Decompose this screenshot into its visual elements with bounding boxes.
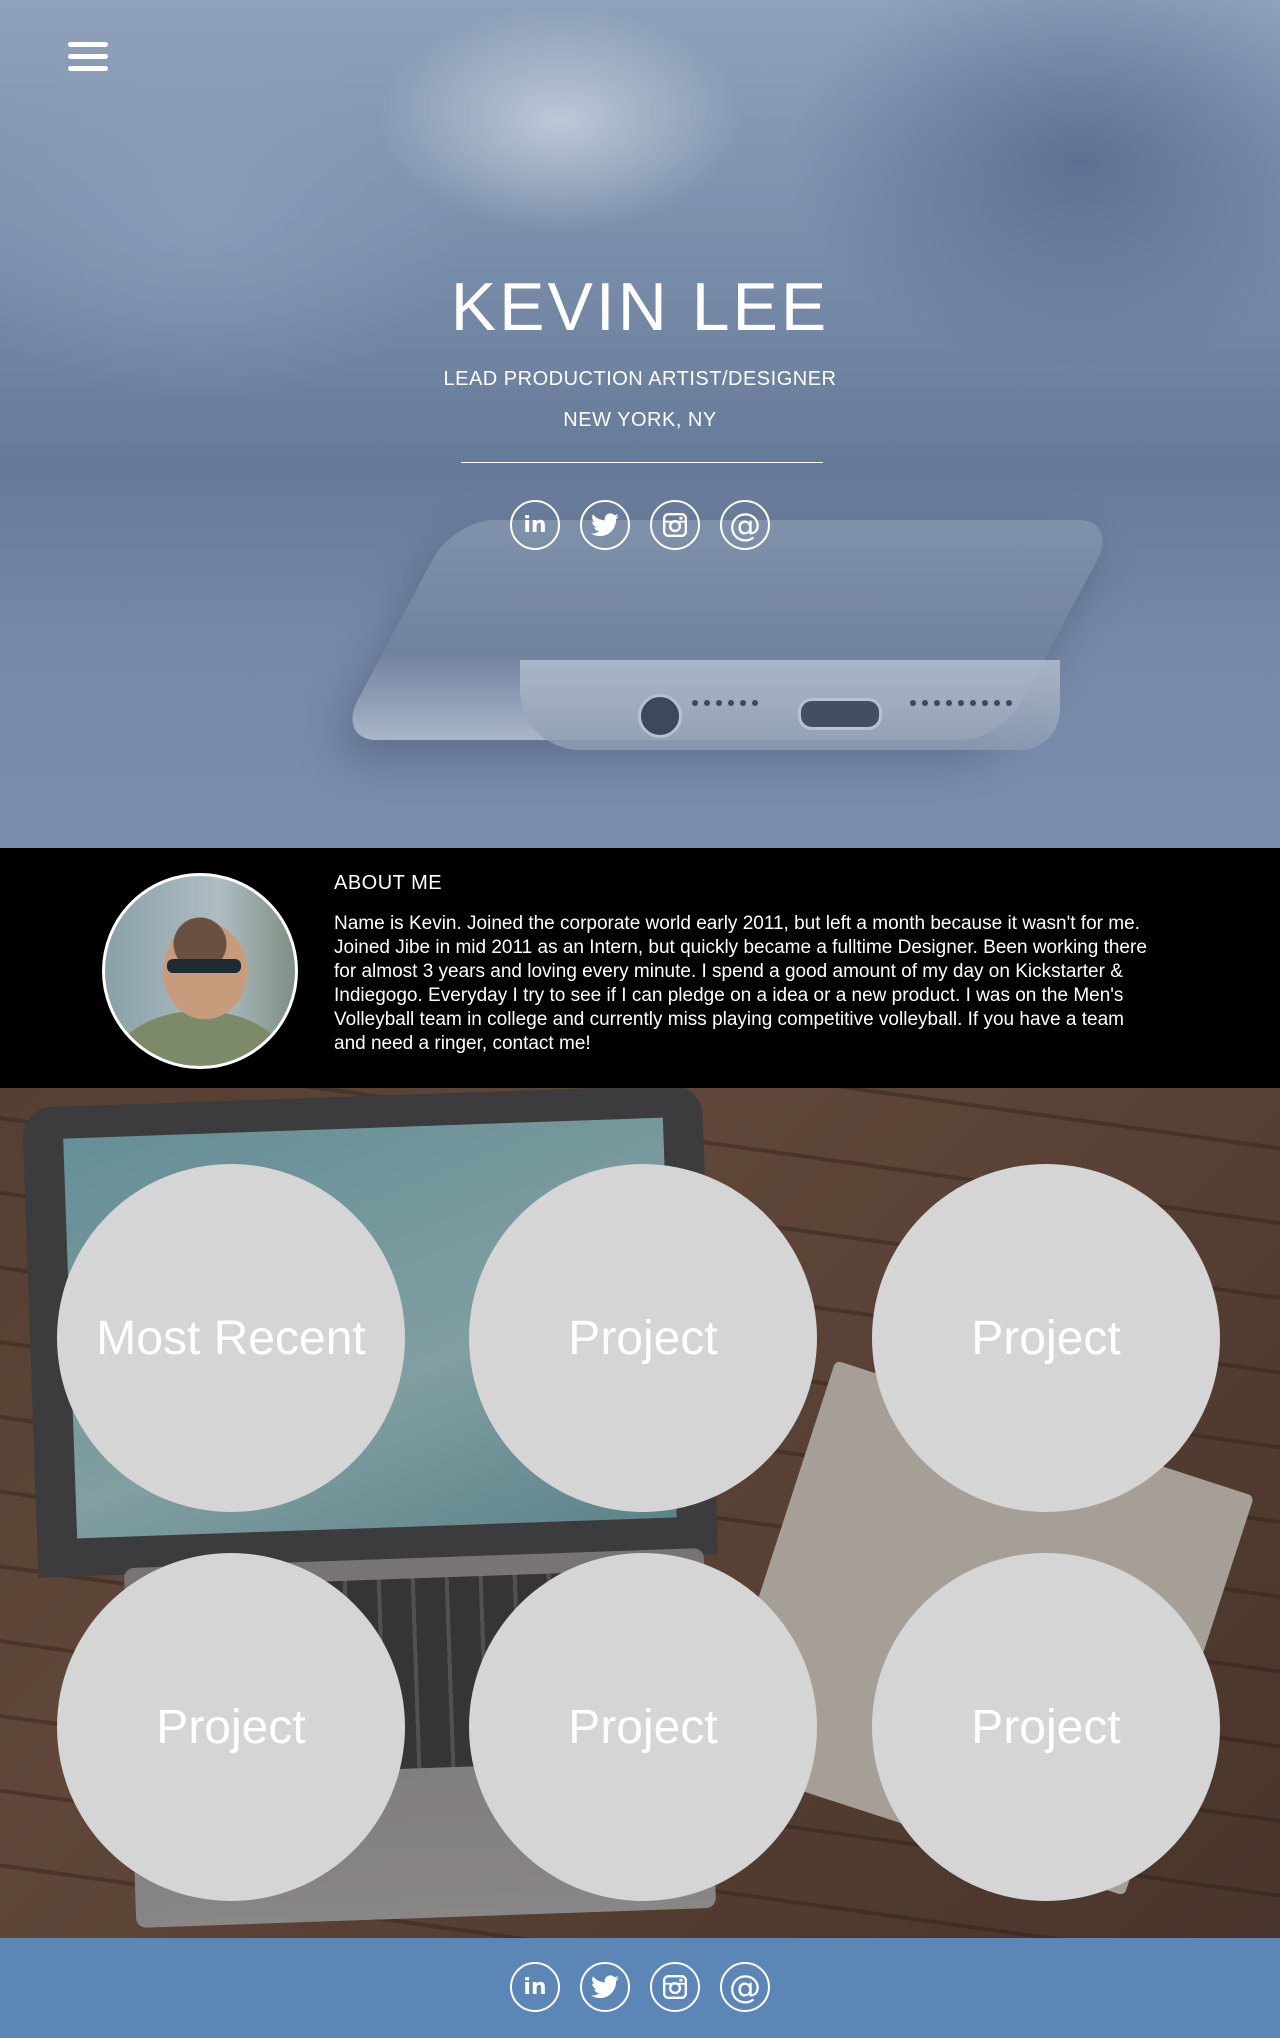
project-most-recent-button[interactable]: Most Recent — [57, 1164, 405, 1512]
instagram-camera-icon — [662, 1974, 688, 2000]
project-button[interactable]: Project — [469, 1164, 817, 1512]
avatar — [102, 873, 298, 1069]
job-title: LEAD PRODUCTION ARTIST/DESIGNER — [443, 368, 837, 390]
instagram-icon[interactable] — [650, 500, 700, 550]
menu-bar — [68, 66, 108, 71]
location: NEW YORK, NY — [563, 409, 717, 431]
twitter-bird-icon — [591, 513, 619, 537]
page-title: KEVIN LEE — [450, 269, 830, 345]
sunglasses-image — [167, 959, 241, 973]
linkedin-icon[interactable]: in — [510, 1962, 560, 2012]
email-icon[interactable]: @ — [720, 1962, 770, 2012]
email-icon[interactable]: @ — [720, 500, 770, 550]
twitter-icon[interactable] — [580, 1962, 630, 2012]
hero-social-links: in @ — [0, 500, 1280, 550]
footer-social-links: in @ — [0, 1962, 1280, 2012]
instagram-icon[interactable] — [650, 1962, 700, 2012]
twitter-bird-icon — [591, 1975, 619, 1999]
menu-bar — [68, 42, 108, 47]
project-button[interactable]: Project — [872, 1164, 1220, 1512]
menu-bar — [68, 54, 108, 59]
about-text: Name is Kevin. Joined the corporate worl… — [334, 913, 1147, 1054]
hamburger-menu-icon[interactable] — [68, 42, 108, 74]
project-button[interactable]: Project — [469, 1553, 817, 1901]
about-heading: ABOUT ME — [334, 872, 443, 894]
linkedin-icon[interactable]: in — [510, 500, 560, 550]
instagram-camera-icon — [662, 512, 688, 538]
project-button[interactable]: Project — [872, 1553, 1220, 1901]
hero-divider — [461, 462, 823, 463]
twitter-icon[interactable] — [580, 500, 630, 550]
project-button[interactable]: Project — [57, 1553, 405, 1901]
